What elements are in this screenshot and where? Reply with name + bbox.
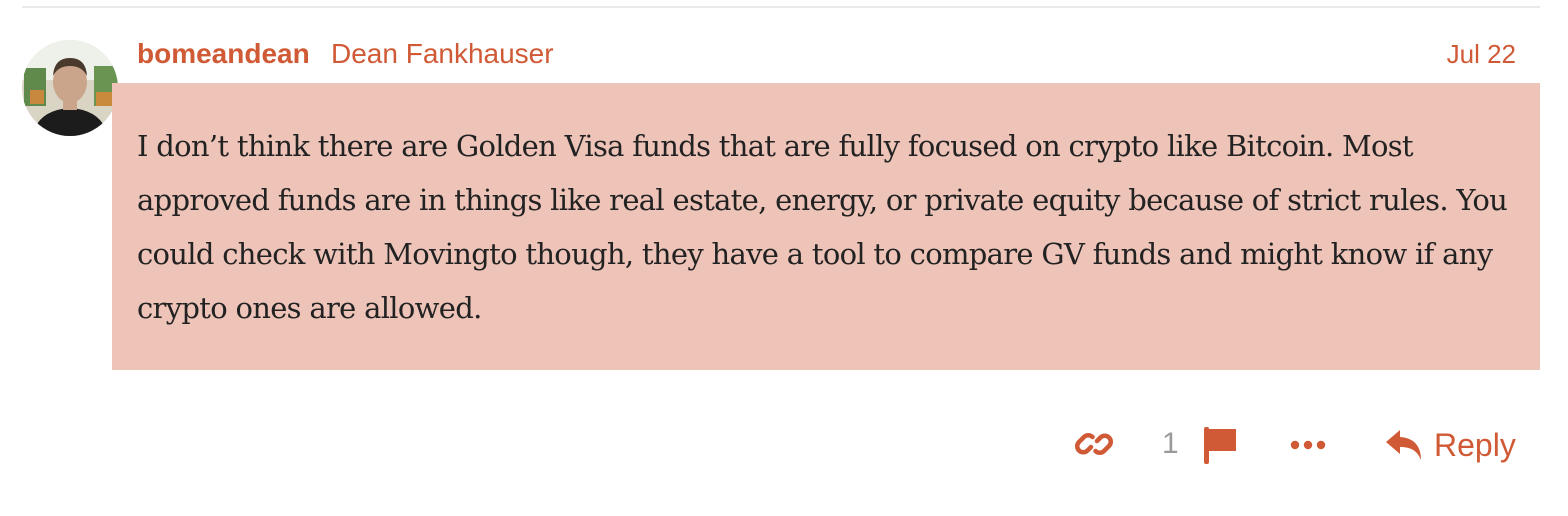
like-count[interactable]: 1: [1162, 424, 1179, 464]
reply-label: Reply: [1434, 427, 1516, 463]
post-username[interactable]: bomeandean: [137, 36, 310, 72]
copy-link-button[interactable]: [1074, 424, 1114, 464]
more-icon: [1290, 440, 1326, 450]
flag-icon: [1204, 427, 1236, 464]
post-body: I don’t think there are Golden Visa fund…: [112, 83, 1540, 370]
link-icon: [1075, 433, 1113, 455]
post-divider: [22, 6, 1540, 8]
avatar[interactable]: [22, 40, 118, 136]
flag-button[interactable]: [1200, 424, 1242, 466]
post-date[interactable]: Jul 22: [1447, 36, 1516, 72]
more-options-button[interactable]: [1288, 430, 1328, 460]
reply-button[interactable]: Reply: [1384, 424, 1516, 466]
reply-icon: [1386, 430, 1421, 460]
post-full-name[interactable]: Dean Fankhauser: [331, 36, 554, 72]
post-text: I don’t think there are Golden Visa fund…: [137, 129, 1508, 325]
